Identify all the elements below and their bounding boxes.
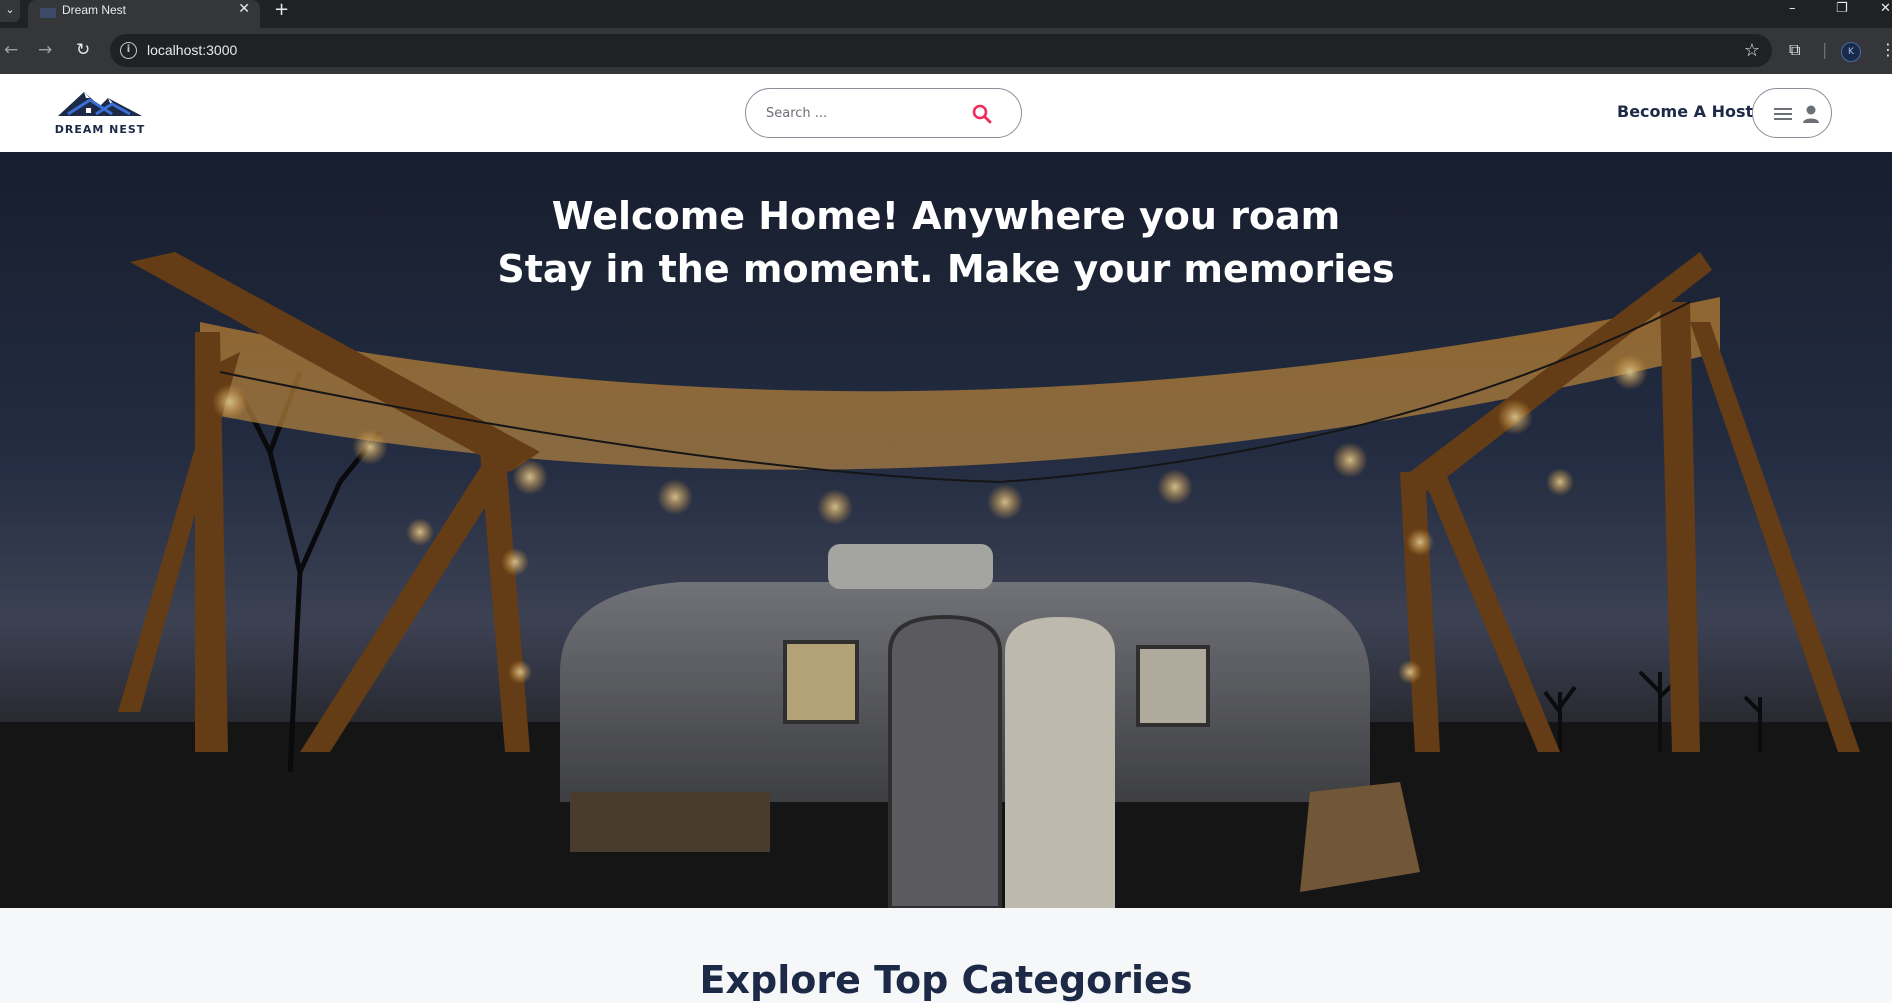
browser-tabstrip: ⌄ Dream Nest ✕ + – ❐ ✕ <box>0 0 1892 28</box>
hero-banner: Welcome Home! Anywhere you roam Stay in … <box>0 152 1892 908</box>
search-bar <box>745 88 1022 138</box>
site-navbar: DREAM NEST Become A Host <box>0 74 1892 152</box>
extensions-icon[interactable]: ⧉ <box>1789 40 1800 60</box>
new-tab-button[interactable]: + <box>274 0 289 20</box>
address-bar[interactable]: i localhost:3000 ☆ <box>110 34 1772 67</box>
tab-close-icon[interactable]: ✕ <box>238 1 250 17</box>
search-input[interactable] <box>766 103 966 123</box>
user-avatar-icon <box>1803 105 1819 123</box>
profile-avatar-icon[interactable]: K <box>1841 42 1861 62</box>
tab-title: Dream Nest <box>62 3 127 17</box>
reload-icon[interactable]: ↻ <box>76 40 90 60</box>
toolbar-divider: | <box>1822 40 1828 59</box>
hero-headline-line1: Welcome Home! Anywhere you roam <box>551 194 1341 238</box>
browser-toolbar: ← → ↻ i localhost:3000 ☆ ⧉ | K ⋮ <box>0 28 1892 74</box>
url-text[interactable]: localhost:3000 <box>147 42 237 58</box>
site-info-icon[interactable]: i <box>120 42 137 59</box>
window-close-icon[interactable]: ✕ <box>1880 1 1891 16</box>
account-menu-button[interactable] <box>1752 88 1832 138</box>
search-icon[interactable] <box>970 102 994 126</box>
hero-headline-line2: Stay in the moment. Make your memories <box>497 247 1395 291</box>
back-icon[interactable]: ← <box>4 40 18 60</box>
brand-name: DREAM NEST <box>54 123 146 136</box>
browser-tab[interactable]: Dream Nest ✕ <box>28 0 260 28</box>
bookmark-star-icon[interactable]: ☆ <box>1744 40 1760 61</box>
browser-menu-icon[interactable]: ⋮ <box>1880 40 1892 59</box>
hamburger-menu-icon <box>1774 108 1792 120</box>
restore-icon[interactable]: ❐ <box>1836 1 1848 16</box>
categories-section-title: Explore Top Categories <box>699 958 1193 1002</box>
forward-icon[interactable]: → <box>38 40 52 60</box>
minimize-icon[interactable]: – <box>1789 1 1796 16</box>
tab-search-dropdown-icon[interactable]: ⌄ <box>0 0 20 22</box>
become-a-host-link[interactable]: Become A Host <box>1617 102 1753 121</box>
favicon-icon <box>40 8 56 18</box>
